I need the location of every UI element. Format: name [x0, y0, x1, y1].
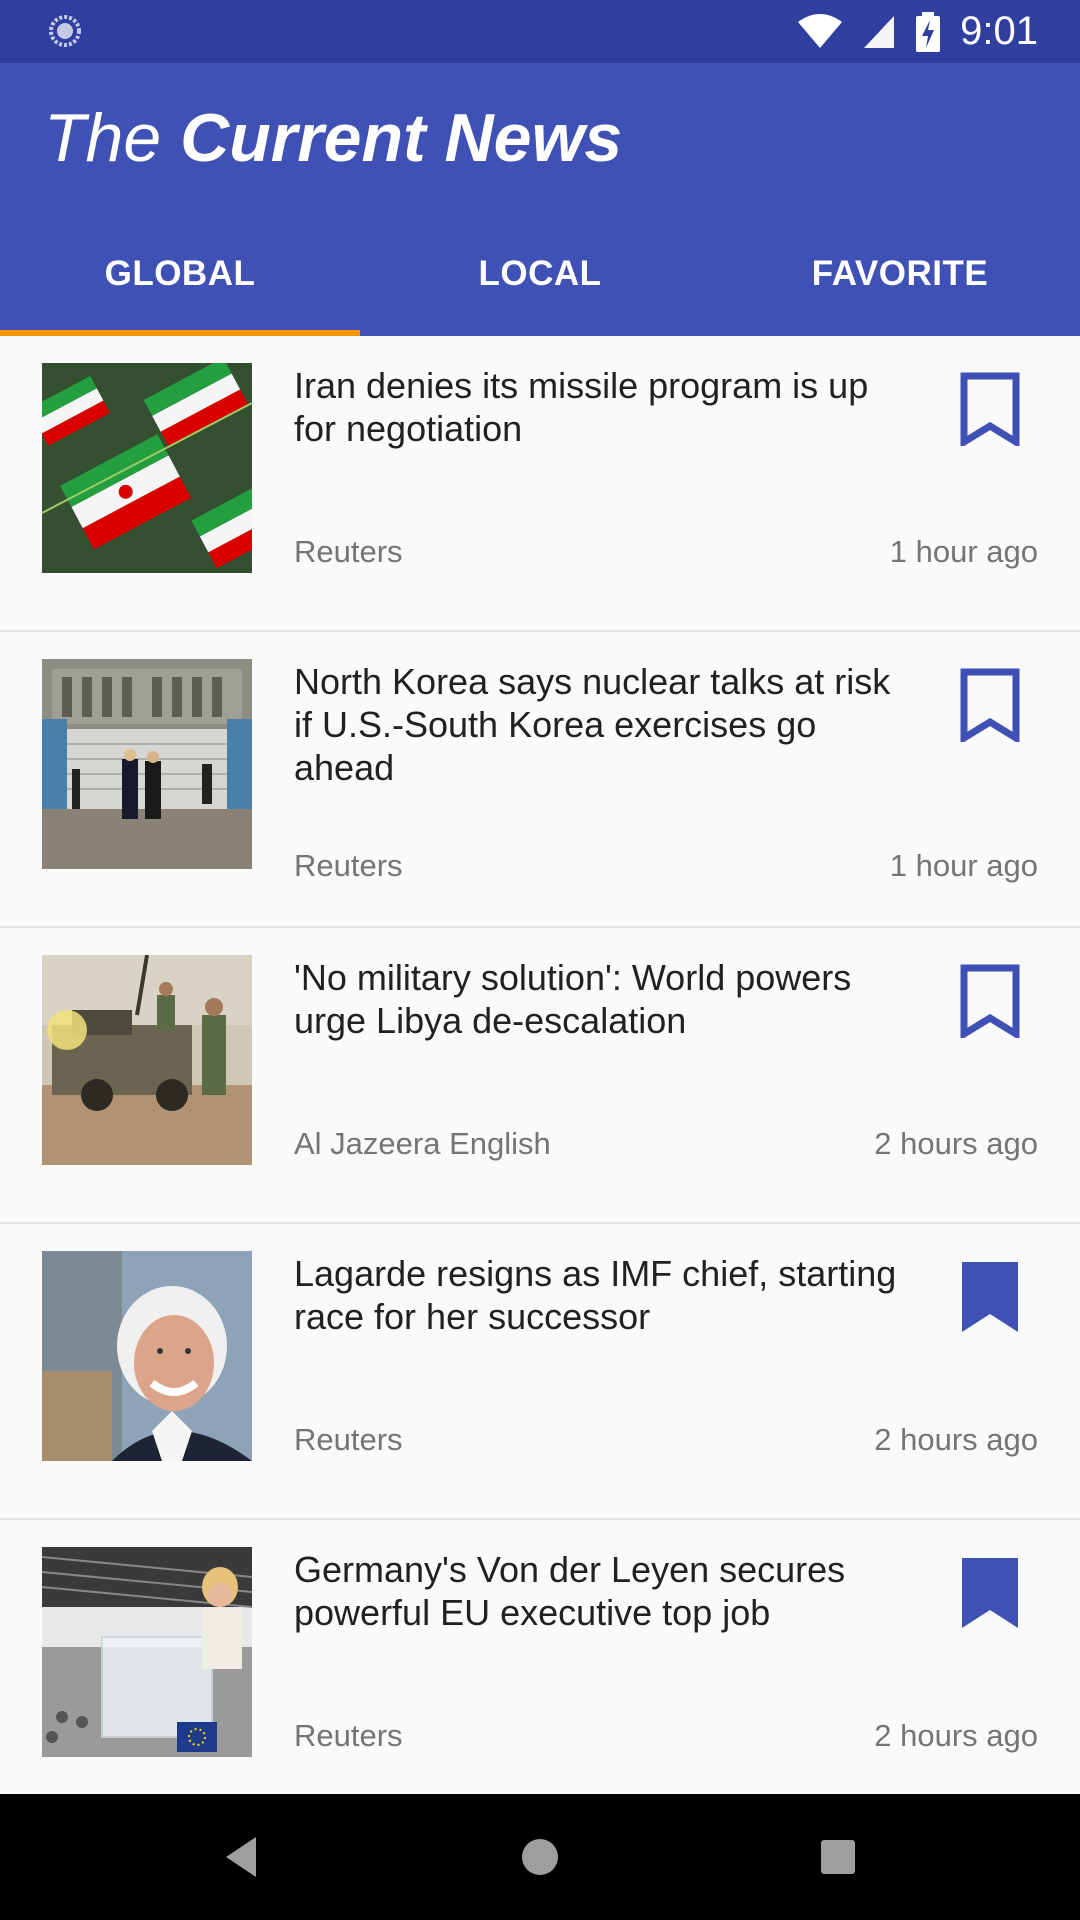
article-time: 2 hours ago — [874, 1422, 1038, 1457]
article-headline[interactable]: Germany's Von der Leyen secures powerful… — [294, 1548, 914, 1634]
article-item[interactable]: Iran denies its missile program is up fo… — [0, 336, 1080, 632]
article-time: 1 hour ago — [889, 534, 1038, 569]
article-item[interactable]: Lagarde resigns as IMF chief, starting r… — [0, 1224, 1080, 1520]
article-headline[interactable]: 'No military solution': World powers urg… — [294, 956, 914, 1042]
article-headline[interactable]: North Korea says nuclear talks at risk i… — [294, 660, 914, 789]
article-headline[interactable]: Iran denies its missile program is up fo… — [294, 364, 914, 450]
dmz-leaders-photo — [42, 659, 252, 869]
article-list[interactable]: Iran denies its missile program is up fo… — [0, 336, 1080, 1794]
system-nav-bar — [0, 1794, 1080, 1920]
bookmark-filled-icon[interactable] — [960, 1556, 1020, 1630]
article-item[interactable]: 'No military solution': World powers urg… — [0, 928, 1080, 1224]
article-time: 2 hours ago — [874, 1718, 1038, 1753]
article-source: Reuters — [294, 1422, 403, 1457]
home-icon[interactable] — [510, 1827, 570, 1887]
eu-parliament-photo — [42, 1547, 252, 1757]
article-time: 2 hours ago — [874, 1126, 1038, 1161]
tab-global[interactable]: GLOBAL — [0, 240, 360, 336]
tab-label: GLOBAL — [104, 254, 256, 293]
tab-bar: GLOBAL LOCAL FAVORITE — [0, 240, 1080, 336]
iran-flags-photo — [42, 363, 252, 573]
cell-signal-icon — [864, 15, 895, 48]
bookmark-outline-icon[interactable] — [960, 668, 1020, 742]
article-source: Al Jazeera English — [294, 1126, 551, 1161]
status-bar: 9:01 — [0, 0, 1080, 63]
article-source: Reuters — [294, 1718, 403, 1753]
wifi-icon — [798, 13, 843, 48]
bookmark-outline-icon[interactable] — [960, 964, 1020, 1038]
article-source: Reuters — [294, 848, 403, 883]
app-title-bold: Current News — [180, 100, 623, 176]
bookmark-outline-icon[interactable] — [960, 372, 1020, 446]
tab-local[interactable]: LOCAL — [360, 240, 720, 336]
article-item[interactable]: Germany's Von der Leyen secures powerful… — [0, 1520, 1080, 1794]
battery-charging-icon — [916, 11, 941, 52]
app-bar: The Current News GLOBAL LOCAL FAVORITE — [0, 63, 1080, 336]
article-thumbnail — [42, 955, 252, 1165]
tab-label: LOCAL — [478, 254, 602, 293]
tab-label: FAVORITE — [811, 254, 989, 293]
app-title-light: The — [44, 100, 162, 176]
article-thumbnail — [42, 659, 252, 869]
app-title: The Current News — [44, 99, 622, 177]
back-icon[interactable] — [212, 1827, 272, 1887]
article-headline[interactable]: Lagarde resigns as IMF chief, starting r… — [294, 1252, 914, 1338]
article-thumbnail — [42, 363, 252, 573]
article-time: 1 hour ago — [889, 848, 1038, 883]
lagarde-portrait-photo — [42, 1251, 252, 1461]
status-time: 9:01 — [960, 9, 1038, 53]
recents-icon[interactable] — [808, 1827, 868, 1887]
libya-soldiers-photo — [42, 955, 252, 1165]
article-thumbnail — [42, 1251, 252, 1461]
tab-favorite[interactable]: FAVORITE — [720, 240, 1080, 336]
article-item[interactable]: North Korea says nuclear talks at risk i… — [0, 632, 1080, 928]
sync-icon — [49, 15, 81, 47]
article-source: Reuters — [294, 534, 403, 569]
bookmark-filled-icon[interactable] — [960, 1260, 1020, 1334]
article-thumbnail — [42, 1547, 252, 1757]
